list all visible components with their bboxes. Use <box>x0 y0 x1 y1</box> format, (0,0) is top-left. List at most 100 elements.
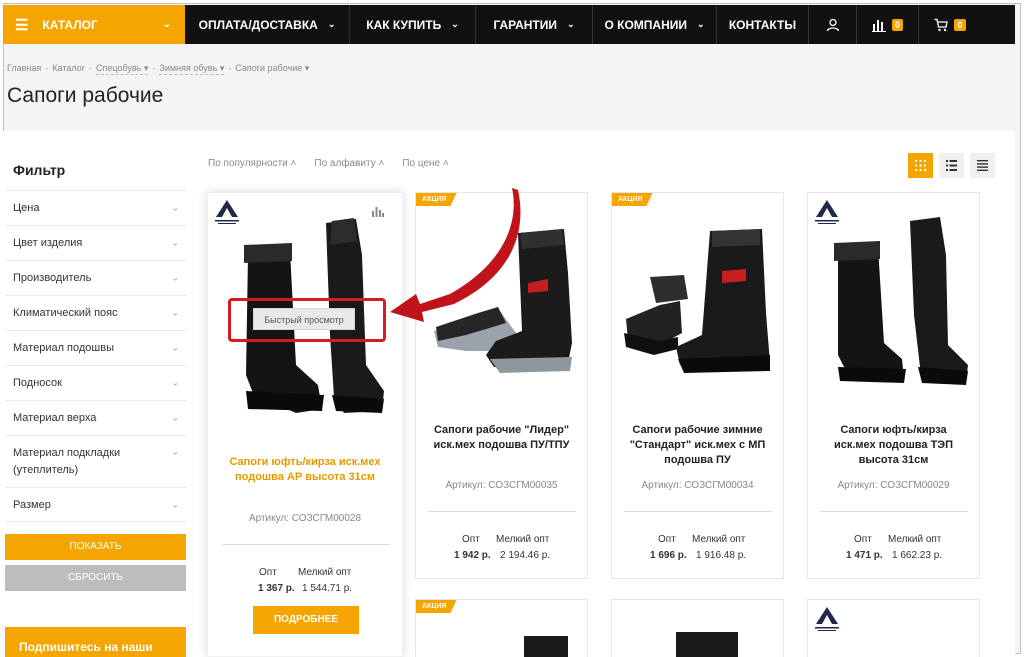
sort-price[interactable]: По цене ˄ <box>402 158 448 169</box>
nav-payment-delivery[interactable]: ОПЛАТА/ДОСТАВКА ⌄ <box>185 5 350 44</box>
filter-price[interactable]: Цена ⌄ <box>5 190 187 225</box>
opt-label: Опт <box>658 534 676 545</box>
filter-label: Производитель <box>13 272 92 284</box>
cart-icon <box>934 18 949 31</box>
breadcrumb-label: Зимняя обувь <box>159 63 218 73</box>
small-opt-price: 1 662.23 р. <box>892 550 943 561</box>
product-image <box>524 636 568 657</box>
product-name[interactable]: Сапоги рабочие "Лидер" иск.мех подошва П… <box>416 423 587 453</box>
sort-alphabet[interactable]: По алфавиту ˄ <box>314 158 384 169</box>
small-opt-price: 1 544.71 р. <box>302 583 353 594</box>
filter-color[interactable]: Цвет изделия ⌄ <box>5 225 187 260</box>
details-button[interactable]: ПОДРОБНЕЕ <box>253 606 359 634</box>
breadcrumb-separator: - <box>45 63 49 73</box>
nav-label: О КОМПАНИИ <box>604 17 687 32</box>
small-opt-label: Мелкий опт <box>298 567 352 578</box>
filter-title: Фильтр <box>13 162 66 178</box>
chevron-down-icon: ⌄ <box>171 342 179 353</box>
nav-guarantees[interactable]: ГАРАНТИИ ⌄ <box>476 5 593 44</box>
grid-view-button[interactable] <box>908 153 933 178</box>
chevron-down-icon: ⌄ <box>171 377 179 388</box>
product-card[interactable]: АКЦИЯ Сапоги рабочие зимние "Стандарт" и… <box>611 192 784 579</box>
annotation-arrow-icon <box>390 188 521 322</box>
reset-button[interactable]: СБРОСИТЬ <box>5 565 186 591</box>
account-button[interactable] <box>809 5 857 44</box>
small-opt-price: 2 194.46 р. <box>500 550 551 561</box>
filter-sole-material[interactable]: Материал подошвы ⌄ <box>5 330 187 365</box>
breadcrumb-safety-shoes[interactable]: Спецобувь ▾ <box>95 63 149 75</box>
view-mode-switcher <box>908 153 995 178</box>
filter-label: Подносок <box>13 377 62 389</box>
product-card[interactable]: Сапоги юфть/кирза иск.мех подошва АР выс… <box>207 192 403 657</box>
subscribe-banner[interactable]: Подпишитесь на наши <box>5 627 186 657</box>
product-card[interactable]: Сапоги юфть/кирза иск.мех подошва ТЭП вы… <box>807 192 980 579</box>
breadcrumb-separator: - <box>228 63 232 73</box>
sort-popularity[interactable]: По популярности ˄ <box>208 158 296 169</box>
breadcrumb-separator: - <box>152 63 156 73</box>
opt-label: Опт <box>462 534 480 545</box>
chevron-down-icon: ⌄ <box>327 19 336 29</box>
product-sku: Артикул: СОЗСГМ00028 <box>248 513 362 524</box>
chevron-down-icon: ⌄ <box>162 19 171 30</box>
show-button[interactable]: ПОКАЗАТЬ <box>5 534 186 560</box>
small-opt-label: Мелкий опт <box>888 534 942 545</box>
product-card[interactable]: АКЦИЯ <box>415 599 588 657</box>
cart-count-badge: 0 <box>954 18 966 31</box>
catalog-menu-button[interactable]: ☰ КАТАЛОГ ⌄ <box>3 5 185 44</box>
filter-upper-material[interactable]: Материал верха ⌄ <box>5 400 187 435</box>
divider <box>624 511 772 512</box>
nav-label: ГАРАНТИИ <box>493 17 558 32</box>
product-name[interactable]: Сапоги юфть/кирза иск.мех подошва ТЭП вы… <box>808 423 979 468</box>
sort-label: По цене <box>402 158 441 169</box>
table-view-button[interactable] <box>970 153 995 178</box>
product-card[interactable] <box>807 599 980 657</box>
divider <box>820 511 968 512</box>
filter-label: Цвет изделия <box>13 237 83 249</box>
chevron-down-icon: ⌄ <box>451 19 459 29</box>
breadcrumb-winter-shoes[interactable]: Зимняя обувь ▾ <box>159 63 225 75</box>
chevron-down-icon: ⌄ <box>171 446 179 457</box>
catalog-label: КАТАЛОГ <box>42 17 98 32</box>
opt-price: 1 696 р. <box>650 550 687 561</box>
chevron-down-icon: ⌄ <box>171 307 179 318</box>
list-icon <box>946 160 957 171</box>
page-title: Сапоги рабочие <box>7 84 164 107</box>
filter-label: Цена <box>13 202 40 214</box>
product-card[interactable] <box>611 599 784 657</box>
breadcrumb-separator: - <box>88 63 92 73</box>
breadcrumb-catalog[interactable]: Каталог <box>52 63 85 75</box>
cart-button[interactable]: 0 <box>919 5 981 44</box>
breadcrumb-current[interactable]: Сапоги рабочие ▾ <box>235 63 309 75</box>
filter-climate[interactable]: Климатический пояс ⌄ <box>5 295 187 330</box>
small-opt-label: Мелкий опт <box>496 534 550 545</box>
chevron-down-icon: ⌄ <box>171 499 179 509</box>
product-name[interactable]: Сапоги рабочие зимние "Стандарт" иск.мех… <box>612 423 783 468</box>
promo-tag: АКЦИЯ <box>416 600 457 613</box>
product-image <box>834 217 968 385</box>
opt-label: Опт <box>854 534 872 545</box>
sort-bar: По популярности ˄ По алфавиту ˄ По цене … <box>208 158 449 169</box>
filter-label: Материал подошвы <box>13 342 114 354</box>
filter-label: Размер <box>13 498 51 511</box>
compare-button[interactable]: 0 <box>857 5 919 44</box>
filter-lining[interactable]: Материал подкладки (утеплитель) ⌄ <box>5 435 187 487</box>
list-view-button[interactable] <box>939 153 964 178</box>
nav-how-to-buy[interactable]: КАК КУПИТЬ ⌄ <box>350 5 476 44</box>
nav-contacts[interactable]: КОНТАКТЫ <box>717 5 809 44</box>
divider <box>222 544 390 545</box>
highlight-box <box>228 298 386 342</box>
filter-toe-cap[interactable]: Подносок ⌄ <box>5 365 187 400</box>
promo-tag: АКЦИЯ <box>612 193 653 206</box>
filter-size[interactable]: Размер ⌄ <box>5 487 187 522</box>
breadcrumb-label: Сапоги рабочие <box>235 63 303 73</box>
product-name[interactable]: Сапоги юфть/кирза иск.мех подошва АР выс… <box>208 455 402 485</box>
bar-chart-icon <box>871 19 886 32</box>
sort-label: По алфавиту <box>314 158 376 169</box>
filter-manufacturer[interactable]: Производитель ⌄ <box>5 260 187 295</box>
breadcrumb-home[interactable]: Главная <box>7 63 41 75</box>
nav-label: ОПЛАТА/ДОСТАВКА <box>198 17 318 32</box>
nav-about[interactable]: О КОМПАНИИ ⌄ <box>593 5 717 44</box>
chevron-down-icon: ⌄ <box>171 202 179 213</box>
table-icon <box>977 160 988 171</box>
product-sku: Артикул: СОЗСГМ00034 <box>641 480 754 491</box>
